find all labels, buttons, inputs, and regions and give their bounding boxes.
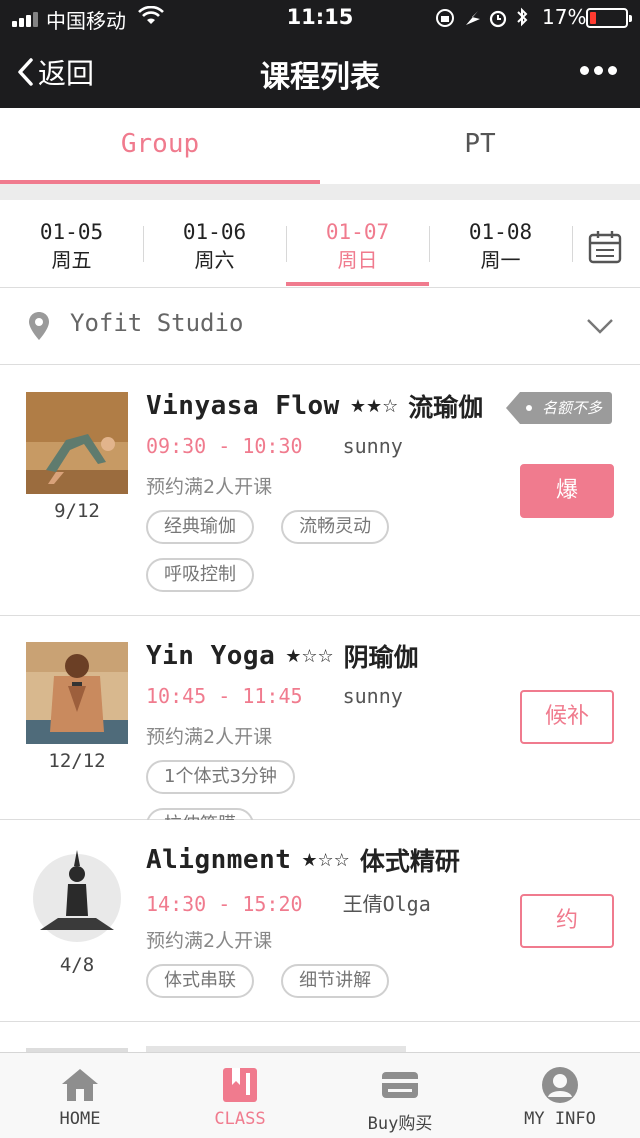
date-label: 01-05 (39, 220, 104, 244)
page-title: 课程列表 (260, 60, 380, 95)
class-title: Yin Yoga ★☆☆ 阴瑜伽 (146, 638, 419, 674)
chevron-down-icon (587, 319, 613, 334)
weekday-label: 周日 (337, 248, 378, 272)
class-thumbnail (26, 642, 128, 744)
date-divider (572, 226, 573, 262)
calendar-icon[interactable] (588, 230, 622, 264)
wallet-icon (382, 1072, 418, 1098)
weekday-label: 周五 (51, 248, 92, 272)
class-tag: 细节讲解 (281, 964, 390, 998)
date-tab-01-06[interactable]: 01-06 周六 (143, 200, 286, 288)
booking-count: 4/8 (59, 954, 95, 976)
min-attendance-note: 预约满2人开课 (146, 726, 273, 748)
weekday-label: 周一 (480, 248, 521, 272)
class-time-row: 10:45 - 11:45 sunny (146, 684, 403, 708)
booking-count: 12/12 (48, 750, 106, 772)
tab-home[interactable]: HOME (0, 1053, 160, 1138)
class-name-en: Alignment (146, 845, 292, 875)
waitlist-button[interactable]: 候补 (520, 690, 614, 744)
date-label: 01-06 (182, 220, 247, 244)
limited-spots-badge: 名额不多 (505, 392, 613, 424)
coach-name: sunny (342, 434, 403, 458)
class-tag: 体式串联 (146, 964, 254, 998)
battery-icon (586, 8, 632, 28)
tab-label: MY INFO (524, 1109, 596, 1129)
studio-selector[interactable]: Yofit Studio (0, 289, 640, 365)
date-tab-01-07[interactable]: 01-07 周日 (286, 200, 429, 288)
class-time: 14:30 - 15:20 (146, 892, 303, 916)
date-label: 01-08 (468, 220, 533, 244)
class-name-cn: 体式精研 (359, 847, 460, 876)
class-time-row: 09:30 - 10:30 sunny (146, 434, 403, 458)
class-time-row: 14:30 - 15:20 王倩Olga (146, 888, 431, 917)
difficulty-stars: ★☆☆ (301, 849, 350, 871)
top-bar: 中国移动 11:15 17% 返回 课程列表 (0, 0, 640, 108)
more-options-icon[interactable] (580, 62, 617, 82)
date-label: 01-07 (325, 220, 390, 244)
class-tag: 1个体式3分钟 (146, 760, 295, 794)
coach-name: 王倩Olga (342, 892, 431, 916)
class-icon (223, 1068, 257, 1102)
class-time: 10:45 - 11:45 (146, 684, 303, 708)
section-divider (0, 184, 640, 200)
difficulty-stars: ★☆☆ (285, 645, 334, 667)
class-tag: 流畅灵动 (281, 510, 390, 544)
class-type-tabs: Group PT (0, 108, 640, 184)
studio-name: Yofit Studio (70, 309, 244, 337)
min-attendance-note: 预约满2人开课 (146, 476, 273, 498)
class-card[interactable]: 9/12 Vinyasa Flow ★★☆ 流瑜伽 名额不多 09:30 - 1… (0, 366, 640, 616)
bottom-tab-bar: HOME CLASS Buy购买 MY INFO (0, 1052, 640, 1138)
class-card[interactable]: 12/12 Yin Yoga ★☆☆ 阴瑜伽 10:45 - 11:45 sun… (0, 616, 640, 842)
tab-label: Buy购买 (367, 1114, 433, 1134)
date-tab-01-08[interactable]: 01-08 周一 (429, 200, 572, 288)
date-selector: 01-05 周五 01-06 周六 01-07 周日 01-08 周一 (0, 200, 640, 288)
class-name-en: Vinyasa Flow (146, 391, 340, 421)
full-class-button[interactable]: 爆 (520, 464, 614, 518)
next-class-card-partial (0, 1022, 640, 1052)
class-thumbnail (26, 846, 128, 948)
battery-percent: 17% (542, 5, 587, 29)
difficulty-stars: ★★☆ (349, 395, 399, 417)
date-tab-01-05[interactable]: 01-05 周五 (0, 200, 143, 288)
status-bar: 中国移动 11:15 17% (0, 0, 640, 36)
system-status-icons (436, 7, 528, 28)
book-button[interactable]: 约 (520, 894, 614, 948)
tab-label: HOME (59, 1109, 101, 1129)
class-name-cn: 阴瑜伽 (343, 643, 419, 672)
class-name-en: Yin Yoga (146, 641, 276, 671)
class-title: Vinyasa Flow ★★☆ 流瑜伽 (146, 388, 483, 424)
home-icon (62, 1069, 98, 1101)
class-card[interactable]: 4/8 Alignment ★☆☆ 体式精研 14:30 - 15:20 王倩O… (0, 820, 640, 1022)
class-title: Alignment ★☆☆ 体式精研 (146, 842, 460, 878)
tab-pt[interactable]: PT (320, 108, 640, 184)
class-thumbnail (26, 392, 128, 494)
min-attendance-note: 预约满2人开课 (146, 930, 273, 952)
class-tags: 体式串联 细节讲解 (146, 964, 446, 1012)
class-tag: 呼吸控制 (146, 558, 254, 592)
coach-name: sunny (342, 684, 403, 708)
tab-label: CLASS (214, 1109, 266, 1129)
tab-my-info[interactable]: MY INFO (480, 1053, 640, 1138)
location-pin-icon (29, 312, 49, 340)
tab-group[interactable]: Group (0, 108, 320, 184)
tab-buy[interactable]: Buy购买 (320, 1053, 480, 1138)
weekday-label: 周六 (194, 248, 235, 272)
tab-class[interactable]: CLASS (160, 1053, 320, 1138)
profile-icon (542, 1067, 578, 1103)
class-name-cn: 流瑜伽 (408, 393, 484, 422)
class-tag: 经典瑜伽 (146, 510, 254, 544)
booking-count: 9/12 (54, 500, 100, 522)
navigation-bar: 返回 课程列表 (0, 36, 640, 108)
class-time: 09:30 - 10:30 (146, 434, 303, 458)
class-tags: 经典瑜伽 流畅灵动 呼吸控制 (146, 510, 446, 606)
